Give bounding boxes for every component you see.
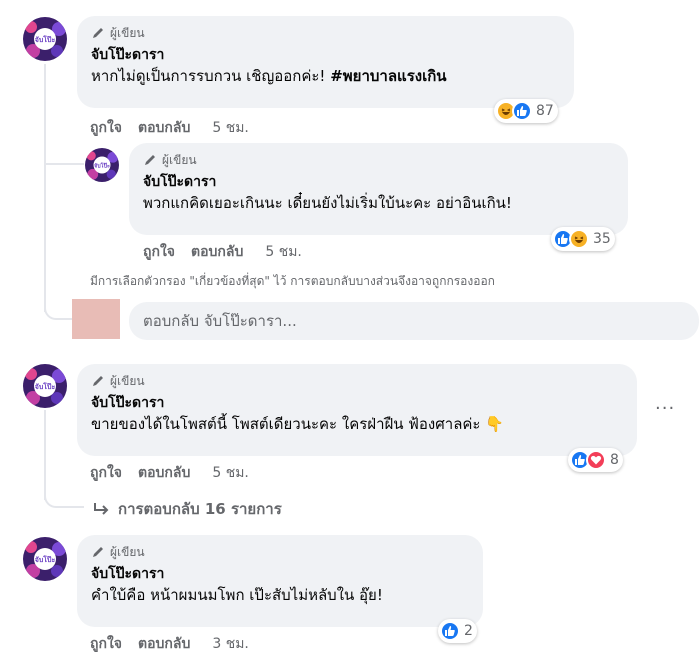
author-badge: ผู้เขียน [91,24,560,42]
author-badge: ผู้เขียน [143,151,614,169]
pencil-icon [145,155,155,165]
reaction-summary[interactable]: 35 [551,227,615,251]
comment-actions: ถูกใจ ตอบกลับ 5 ชม. [90,117,249,139]
author-badge-label: ผู้เขียน [162,152,197,167]
thread-branch [44,490,84,508]
hashtag-link[interactable]: #พยาบาลแรงเกิน [330,67,446,85]
comment-bubble: ผู้เขียน จับโป๊ะดารา คำใบ้คือ หน้าผมนมโพ… [77,535,483,627]
comment-actions: ถูกใจ ตอบกลับ 3 ชม. [90,633,249,655]
author-name[interactable]: จับโป๊ะดารา [143,172,614,192]
pointing-down-emoji: 👇 [485,415,504,433]
love-icon [586,450,606,470]
comment-text: คำใบ้คือ หน้าผมนมโพก เป๊ะสับไม่หลับใน อุ… [91,586,383,604]
pencil-icon [93,547,103,557]
comment-actions: ถูกใจ ตอบกลับ 5 ชม. [143,241,302,263]
reaction-summary[interactable]: 8 [568,448,623,472]
reply-button[interactable]: ตอบกลับ [138,462,190,484]
thread-branch [44,140,84,164]
timestamp[interactable]: 5 ชม. [212,462,249,484]
comment-text: หากไม่ดูเป็นการรบกวน เชิญออกค่ะ! #พยาบาล… [91,67,447,85]
comment-text: พวกแกคิดเยอะเกินนะ เดี๋ยนยังไม่เริ่มใบ้น… [143,194,512,212]
view-replies-button[interactable]: การตอบกลับ 16 รายการ [92,497,282,521]
thread-line [44,64,46,312]
reaction-count: 2 [464,623,473,639]
author-badge-label: ผู้เขียน [110,544,145,559]
author-badge: ผู้เขียน [91,543,469,561]
like-icon [440,621,460,641]
avatar[interactable]: จับโป๊ะ [23,537,67,581]
pencil-icon [93,376,103,386]
author-name[interactable]: จับโป๊ะดารา [91,564,469,584]
comment-bubble: ผู้เขียน จับโป๊ะดารา ขายของได้ในโพสต์นี้… [77,364,637,456]
like-button[interactable]: ถูกใจ [90,633,122,655]
reaction-count: 8 [610,452,619,468]
reply-arrow-icon [94,503,109,515]
reply-button[interactable]: ตอบกลับ [138,633,190,655]
author-name[interactable]: จับโป๊ะดารา [91,45,560,65]
reply-button[interactable]: ตอบกลับ [191,241,243,263]
comment-bubble: ผู้เขียน จับโป๊ะดารา หากไม่ดูเป็นการรบกว… [77,16,574,108]
like-icon [512,101,532,121]
avatar[interactable]: จับโป๊ะ [23,364,67,408]
current-user-avatar[interactable] [72,299,120,339]
reaction-count: 35 [593,231,611,247]
reaction-summary[interactable]: 2 [438,619,477,643]
haha-icon [569,229,589,249]
reaction-count: 87 [536,103,554,119]
timestamp[interactable]: 5 ชม. [212,117,249,139]
thread-line [44,410,46,500]
svg-text:จับโป๊ะ: จับโป๊ะ [35,382,56,391]
svg-text:จับโป๊ะ: จับโป๊ะ [35,555,56,564]
timestamp[interactable]: 5 ชม. [265,241,302,263]
author-badge-label: ผู้เขียน [110,373,145,388]
author-badge-label: ผู้เขียน [110,25,145,40]
comment-text: ขายของได้ในโพสต์นี้ โพสต์เดียวนะคะ ใครฝ่… [91,415,504,433]
author-badge: ผู้เขียน [91,372,623,390]
thread-branch [44,300,72,320]
svg-text:จับโป๊ะ: จับโป๊ะ [35,35,56,44]
author-name[interactable]: จับโป๊ะดารา [91,393,623,413]
more-options-button[interactable]: ··· [655,398,675,419]
like-button[interactable]: ถูกใจ [90,117,122,139]
view-replies-label: การตอบกลับ 16 รายการ [118,500,282,518]
timestamp[interactable]: 3 ชม. [212,633,249,655]
comment-actions: ถูกใจ ตอบกลับ 5 ชม. [90,462,249,484]
filter-note: มีการเลือกตัวกรอง "เกี่ยวข้องที่สุด" ไว้… [90,274,495,288]
like-button[interactable]: ถูกใจ [90,462,122,484]
comment-bubble: ผู้เขียน จับโป๊ะดารา พวกแกคิดเยอะเกินนะ … [129,143,628,235]
like-button[interactable]: ถูกใจ [143,241,175,263]
reply-button[interactable]: ตอบกลับ [138,117,190,139]
avatar[interactable]: จับโป๊ะ [85,148,119,182]
thread-branch [44,163,84,165]
reply-input[interactable]: ตอบกลับ จับโป๊ะดารา... [129,302,699,340]
reaction-summary[interactable]: 87 [494,99,558,123]
avatar[interactable]: จับโป๊ะ [23,17,67,61]
pencil-icon [93,28,103,38]
